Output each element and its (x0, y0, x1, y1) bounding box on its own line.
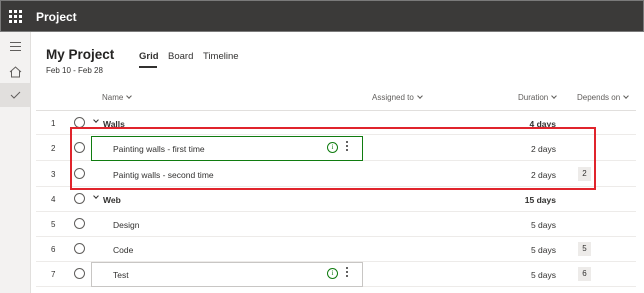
hamburger-icon (10, 42, 21, 51)
column-header-duration-label: Duration (518, 93, 549, 102)
row-number: 5 (51, 220, 56, 229)
row-number: 1 (51, 119, 56, 128)
complete-task-checkbox[interactable] (74, 218, 85, 229)
table-row[interactable]: 5 Design 5 days (36, 212, 636, 237)
column-header-depends-on[interactable]: Depends on (577, 93, 629, 102)
home-button[interactable] (0, 60, 31, 84)
column-header-name[interactable]: Name (102, 93, 133, 102)
duration-value: 5 days (530, 220, 556, 230)
row-number: 6 (51, 245, 56, 254)
duration-value: 5 days (530, 270, 556, 280)
dependency-badge[interactable]: 6 (578, 267, 591, 281)
collapse-menu-button[interactable] (0, 34, 31, 58)
annotation-highlight-box (70, 127, 596, 190)
complete-task-checkbox[interactable] (74, 243, 85, 254)
collapse-group-icon[interactable] (93, 117, 99, 123)
duration-value: 5 days (530, 245, 556, 255)
chevron-down-icon (126, 93, 133, 99)
row-number: 7 (51, 270, 56, 279)
chevron-down-icon (623, 93, 629, 99)
collapse-group-icon[interactable] (93, 193, 99, 199)
duration-value: 15 days (524, 195, 556, 205)
checkmark-icon (10, 91, 21, 99)
column-header-name-label: Name (102, 93, 124, 102)
column-header-assigned-to-label: Assigned to (372, 93, 414, 102)
task-name[interactable]: Code (113, 245, 133, 255)
info-icon[interactable]: i (327, 268, 338, 279)
bucket-name[interactable]: Web (103, 195, 121, 205)
project-dates: Feb 10 - Feb 28 (46, 66, 103, 75)
table-row[interactable]: 7 Test i 5 days 6 (36, 262, 636, 287)
project-title: My Project (46, 47, 115, 62)
tab-timeline[interactable]: Timeline (203, 51, 239, 62)
left-rail (0, 32, 31, 293)
chevron-down-icon (416, 93, 423, 99)
row-number: 2 (51, 144, 56, 153)
complete-task-checkbox[interactable] (74, 268, 85, 279)
task-name[interactable]: Design (113, 220, 139, 230)
column-header-assigned-to[interactable]: Assigned to (372, 93, 423, 102)
top-bar: Project (0, 0, 644, 32)
table-row[interactable]: 4 Web 15 days (36, 187, 636, 212)
task-name-cell-hover[interactable] (91, 262, 363, 287)
task-name[interactable]: Test (113, 270, 129, 280)
chevron-down-icon (551, 93, 558, 99)
home-icon (9, 66, 22, 78)
app-launcher-icon[interactable] (9, 10, 23, 24)
row-number: 4 (51, 195, 56, 204)
row-number: 3 (51, 170, 56, 179)
tab-grid[interactable]: Grid (139, 51, 159, 62)
column-header-depends-on-label: Depends on (577, 93, 621, 102)
my-tasks-button[interactable] (0, 83, 31, 107)
complete-task-checkbox[interactable] (74, 193, 85, 204)
table-row[interactable]: 6 Code 5 days 5 (36, 237, 636, 262)
column-header-duration[interactable]: Duration (518, 93, 558, 102)
app-title: Project (36, 10, 77, 24)
tab-board[interactable]: Board (168, 51, 193, 62)
more-vertical-icon[interactable] (346, 267, 349, 280)
active-tab-indicator (139, 66, 157, 68)
dependency-badge[interactable]: 5 (578, 242, 591, 256)
